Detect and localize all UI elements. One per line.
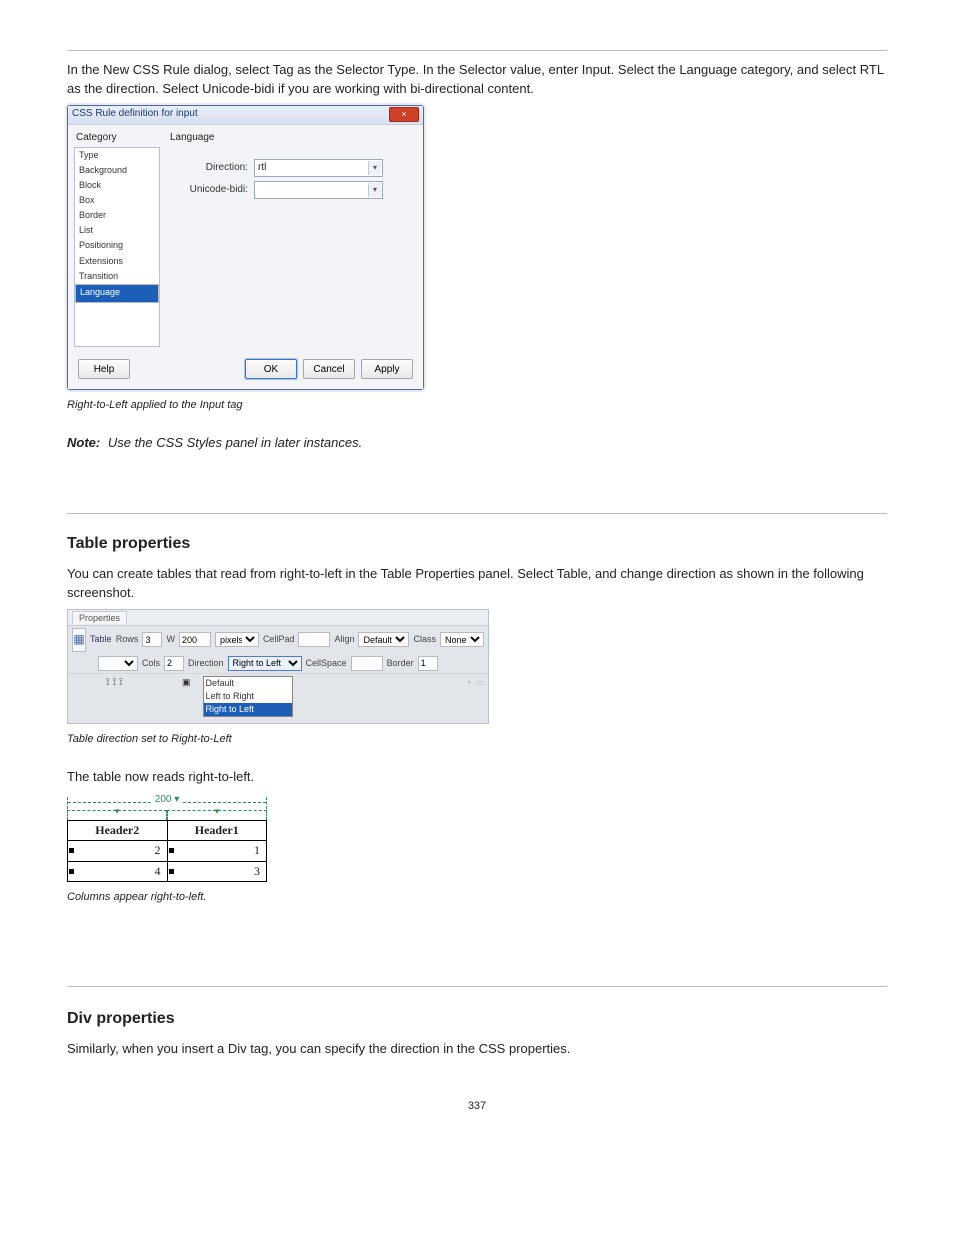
table-cell: 4 bbox=[68, 861, 168, 881]
table-label: Table bbox=[90, 633, 112, 646]
dialog-body: Category TypeBackgroundBlockBoxBorderLis… bbox=[68, 125, 423, 352]
category-item[interactable]: Extensions bbox=[75, 254, 159, 269]
picker-icon: ▣ bbox=[182, 676, 191, 689]
table-demo: 200 ▾ Header2Header12143 bbox=[67, 797, 267, 882]
caption-2: Table direction set to Right-to-Left bbox=[67, 732, 887, 748]
sub-ruler bbox=[67, 810, 267, 820]
paragraph-table-intro: You can create tables that read from rig… bbox=[67, 565, 887, 603]
table-row: 43 bbox=[68, 861, 267, 881]
unicode-bidi-combo[interactable]: ▾ bbox=[254, 181, 383, 199]
table-cell: 1 bbox=[167, 841, 267, 861]
caption-1: Right-to-Left applied to the Input tag bbox=[67, 398, 887, 414]
bottom-divider bbox=[67, 986, 887, 987]
w-label: W bbox=[166, 633, 175, 646]
class-select[interactable]: None bbox=[440, 632, 484, 647]
cols-input[interactable] bbox=[164, 656, 184, 671]
cols-label: Cols bbox=[142, 657, 160, 670]
dialog-button-row: Help OK Cancel Apply bbox=[68, 351, 423, 389]
direction-value: rtl bbox=[258, 162, 266, 173]
unicode-bidi-label: Unicode-bidi: bbox=[170, 183, 254, 198]
help-button[interactable]: Help bbox=[78, 359, 130, 379]
note-row: Note: Use the CSS Styles panel in later … bbox=[67, 434, 887, 453]
css-rule-dialog: CSS Rule definition for input × Category… bbox=[67, 105, 424, 391]
page-number: 337 bbox=[67, 1099, 887, 1115]
chevron-down-icon: ▾ bbox=[368, 161, 381, 175]
apply-button[interactable]: Apply bbox=[361, 359, 413, 379]
category-item[interactable]: Type bbox=[75, 148, 159, 163]
note-label: Note: bbox=[67, 435, 100, 450]
category-item[interactable]: Language bbox=[75, 284, 159, 303]
align-select[interactable]: Default bbox=[358, 632, 409, 647]
category-item[interactable]: List bbox=[75, 223, 159, 238]
misc-icon-2: ▭ bbox=[475, 676, 484, 689]
direction-option[interactable]: Default bbox=[204, 677, 292, 690]
w-unit-select[interactable]: pixels bbox=[215, 632, 259, 647]
category-item[interactable]: Box bbox=[75, 193, 159, 208]
table-cell: 3 bbox=[167, 861, 267, 881]
rows-input[interactable] bbox=[142, 632, 162, 647]
properties-tabrow: Properties bbox=[68, 610, 488, 626]
misc-icon-1: ◑ bbox=[466, 676, 471, 689]
direction-option[interactable]: Left to Right bbox=[204, 690, 292, 703]
ok-button[interactable]: OK bbox=[245, 359, 297, 379]
top-divider bbox=[67, 50, 887, 51]
direction-dropdown-list[interactable]: DefaultLeft to RightRight to Left bbox=[203, 676, 293, 717]
dialog-titlebar: CSS Rule definition for input × bbox=[68, 106, 423, 125]
category-list[interactable]: TypeBackgroundBlockBoxBorderListPosition… bbox=[74, 147, 160, 347]
ruler-label: 200 ▾ bbox=[151, 793, 183, 808]
mid-divider bbox=[67, 513, 887, 514]
align-label: Align bbox=[334, 633, 354, 646]
category-item[interactable]: Positioning bbox=[75, 238, 159, 253]
rows-label: Rows bbox=[116, 633, 139, 646]
cancel-button[interactable]: Cancel bbox=[303, 359, 355, 379]
table-id-select[interactable] bbox=[98, 656, 138, 671]
table-icon: ▦ bbox=[72, 628, 86, 652]
border-label: Border bbox=[387, 657, 414, 670]
paragraph-table-result: The table now reads right-to-left. bbox=[67, 768, 887, 787]
category-item[interactable]: Transition bbox=[75, 269, 159, 284]
chevron-down-icon: ▾ bbox=[368, 183, 381, 197]
properties-row-1: ▦ Table Rows W pixels CellPad Align Defa… bbox=[68, 626, 488, 654]
direction-option[interactable]: Right to Left bbox=[204, 703, 292, 716]
section-title-table-properties: Table properties bbox=[67, 532, 887, 555]
rtl-table: Header2Header12143 bbox=[67, 820, 267, 882]
properties-tab[interactable]: Properties bbox=[72, 611, 127, 624]
category-item[interactable]: Block bbox=[75, 178, 159, 193]
direction-combo[interactable]: rtl ▾ bbox=[254, 159, 383, 177]
cellspace-label: CellSpace bbox=[306, 657, 347, 670]
cellpad-input[interactable] bbox=[298, 632, 330, 647]
table-header: Header1 bbox=[167, 820, 267, 840]
close-icon[interactable]: × bbox=[389, 107, 419, 122]
cellpad-label: CellPad bbox=[263, 633, 295, 646]
category-item[interactable]: Border bbox=[75, 208, 159, 223]
intro-paragraph: In the New CSS Rule dialog, select Tag a… bbox=[67, 61, 887, 99]
category-heading: Category bbox=[76, 131, 160, 146]
section-title-div-properties: Div properties bbox=[67, 1007, 887, 1030]
right-section-label: Language bbox=[170, 131, 417, 146]
properties-row-3: ⟟ ⟟ ⟟ ▣ DefaultLeft to RightRight to Lef… bbox=[68, 673, 488, 723]
w-input[interactable] bbox=[179, 632, 211, 647]
caption-3: Columns appear right-to-left. bbox=[67, 890, 887, 906]
dialog-title: CSS Rule definition for input bbox=[72, 107, 198, 122]
table-cell: 2 bbox=[68, 841, 168, 861]
note-text: Use the CSS Styles panel in later instan… bbox=[108, 435, 362, 450]
class-label: Class bbox=[413, 633, 436, 646]
paragraph-div: Similarly, when you insert a Div tag, yo… bbox=[67, 1040, 887, 1059]
direction-select[interactable]: Right to Left bbox=[228, 656, 302, 671]
ruler-200: 200 ▾ bbox=[67, 797, 267, 809]
direction-label: Direction: bbox=[170, 161, 254, 176]
category-item[interactable]: Background bbox=[75, 163, 159, 178]
cellspace-input[interactable] bbox=[351, 656, 383, 671]
table-header: Header2 bbox=[68, 820, 168, 840]
table-row: 21 bbox=[68, 841, 267, 861]
table-tool-icons: ⟟ ⟟ ⟟ bbox=[106, 676, 166, 691]
direction-label-panel: Direction bbox=[188, 657, 224, 670]
properties-panel: Properties ▦ Table Rows W pixels CellPad… bbox=[67, 609, 489, 724]
properties-row-2: Cols Direction Right to Left CellSpace B… bbox=[68, 654, 488, 673]
border-input[interactable] bbox=[418, 656, 438, 671]
